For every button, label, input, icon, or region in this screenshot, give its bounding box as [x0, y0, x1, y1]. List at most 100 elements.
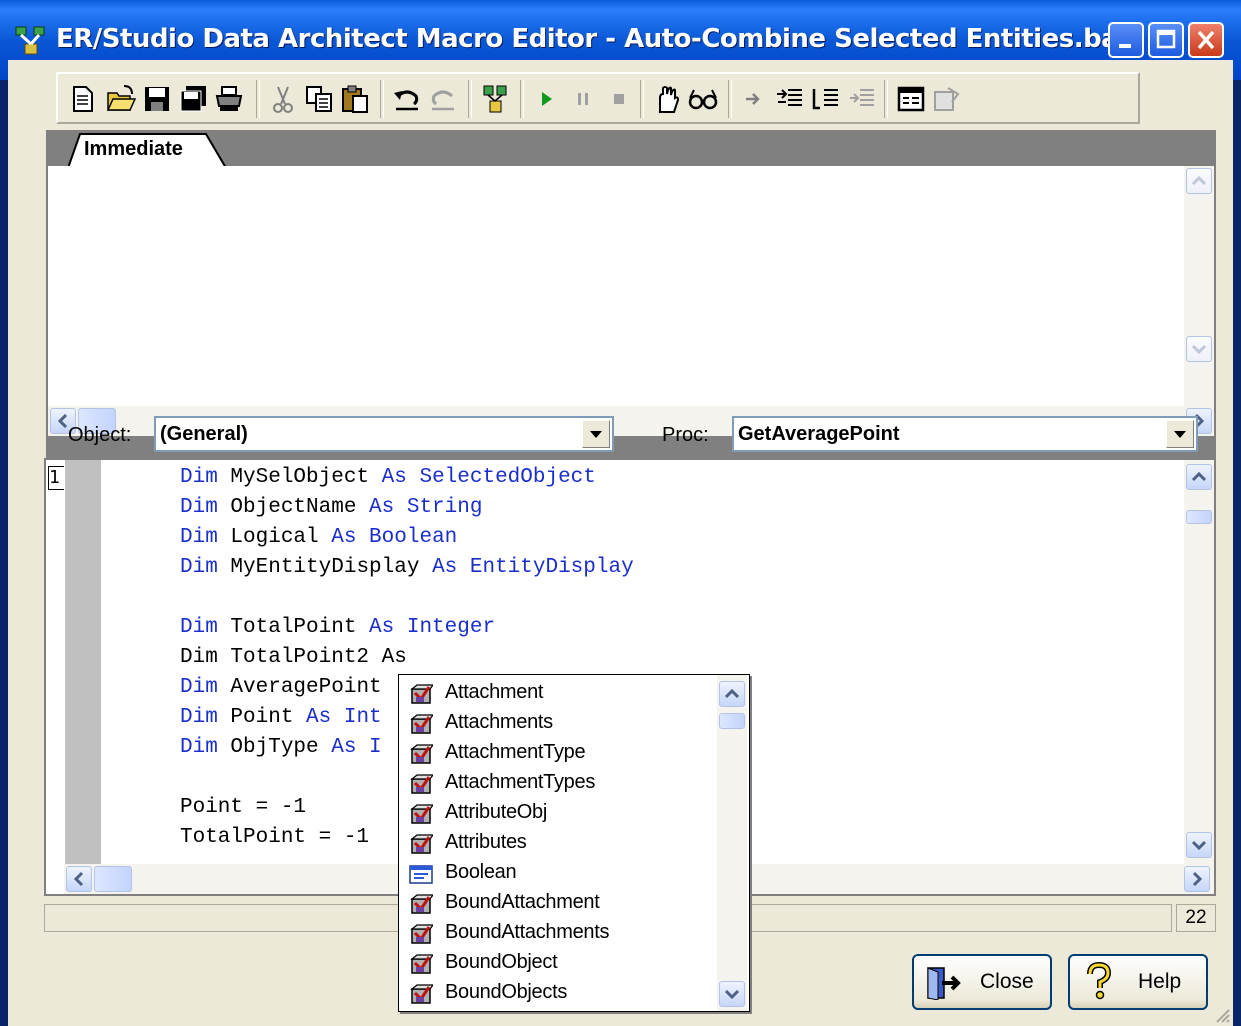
autocomplete-list[interactable]: Attachment Attachments AttachmentType Attac… [398, 674, 750, 1012]
object-dropdown-value: (General) [160, 423, 248, 445]
scroll-up-button[interactable] [1186, 168, 1212, 194]
code-keyword: As Boolean [331, 526, 458, 549]
properties-icon[interactable] [932, 84, 962, 114]
autocomplete-item[interactable]: Boolean [407, 859, 707, 889]
tab-immediate-label: Immediate [84, 138, 183, 160]
scroll-down-button[interactable] [1186, 336, 1212, 362]
autocomplete-item[interactable]: Attachments [407, 709, 707, 739]
run-icon[interactable] [532, 84, 562, 114]
paste-icon[interactable] [340, 84, 370, 114]
app-icon [15, 26, 45, 55]
autocomplete-item[interactable]: AttachmentType [407, 739, 707, 769]
chevron-up-icon [1191, 175, 1207, 186]
autocomplete-item[interactable]: Attachment [407, 679, 707, 709]
class-icon [409, 713, 435, 735]
help-button[interactable]: Help [1068, 954, 1208, 1010]
dialog-editor-icon[interactable] [896, 84, 926, 114]
step-out-icon[interactable] [810, 84, 840, 114]
pause-icon[interactable] [568, 84, 598, 114]
minimize-icon [1119, 44, 1131, 48]
close-window-button[interactable] [1188, 22, 1224, 58]
scroll-left-button[interactable] [66, 866, 92, 892]
watch-icon[interactable] [688, 84, 718, 114]
autocomplete-item-label: AttributeObj [445, 801, 548, 823]
code-text: Logical [230, 526, 332, 549]
vertical-scroll-thumb[interactable] [1186, 510, 1212, 524]
code-keyword: Dim [180, 466, 231, 489]
toolbar-separator [728, 80, 732, 118]
run-to-cursor-icon[interactable] [846, 84, 876, 114]
autocomplete-item-label: BoundObject [445, 951, 558, 973]
code-keyword: As SelectedObject [381, 466, 596, 489]
cut-icon[interactable] [268, 84, 298, 114]
step-over-icon[interactable] [774, 84, 804, 114]
minimize-button[interactable] [1108, 22, 1144, 58]
autocomplete-item-label: Attachment [445, 681, 544, 703]
class-icon [409, 833, 435, 855]
code-keyword: Dim [180, 736, 231, 759]
resize-grip-icon[interactable] [1213, 1006, 1231, 1024]
breakpoint-gutter[interactable] [64, 460, 101, 864]
new-icon[interactable] [68, 84, 98, 114]
autocomplete-item-label: Attachments [445, 711, 553, 733]
class-icon [409, 983, 435, 1005]
autocomplete-item[interactable]: BoundAttachment [407, 889, 707, 919]
scroll-up-button[interactable] [1186, 464, 1212, 490]
scroll-right-button[interactable] [1184, 866, 1210, 892]
object-label: Object: [68, 424, 132, 446]
code-text: Point = -1 [180, 796, 307, 819]
code-line: Dim ObjType As I [180, 734, 382, 762]
code-vertical-scrollbar[interactable] [1184, 460, 1214, 864]
stop-icon[interactable] [604, 84, 634, 114]
immediate-vertical-scrollbar[interactable] [1184, 166, 1214, 406]
chevron-left-icon [73, 871, 84, 887]
undo-icon[interactable] [392, 84, 422, 114]
vertical-scroll-thumb[interactable] [719, 713, 745, 729]
redo-icon[interactable] [428, 84, 458, 114]
autocomplete-item[interactable]: BoundAttachments [407, 919, 707, 949]
copy-icon[interactable] [304, 84, 334, 114]
autocomplete-vertical-scrollbar[interactable] [717, 675, 747, 1011]
code-line: Dim MyEntityDisplay As EntityDisplay [180, 554, 634, 582]
save-all-icon[interactable] [178, 84, 208, 114]
immediate-text-area[interactable] [48, 166, 1214, 436]
code-text: ObjectName [230, 496, 370, 519]
autocomplete-item[interactable]: AttachmentTypes [407, 769, 707, 799]
type-icon [409, 863, 433, 885]
open-icon[interactable] [106, 84, 136, 114]
print-icon[interactable] [214, 84, 244, 114]
horizontal-scroll-thumb[interactable] [94, 866, 132, 892]
code-keyword: As String [369, 496, 483, 519]
close-button[interactable]: Close [912, 954, 1052, 1010]
references-icon[interactable] [480, 84, 510, 114]
chevron-down-icon [1191, 840, 1207, 851]
class-icon [409, 893, 435, 915]
code-keyword: Dim [180, 676, 231, 699]
maximize-button[interactable] [1148, 22, 1184, 58]
autocomplete-item[interactable]: BoundObjects [407, 979, 707, 1009]
autocomplete-item-label: Attributes [445, 831, 527, 853]
autocomplete-item[interactable]: BoundObject [407, 949, 707, 979]
save-icon[interactable] [142, 84, 172, 114]
autocomplete-item[interactable]: AttributeObj [407, 799, 707, 829]
toolbar-separator [256, 80, 260, 118]
dropdown-arrow-icon [1174, 431, 1186, 438]
scroll-up-button[interactable] [719, 681, 745, 707]
proc-dropdown[interactable]: GetAveragePoint [732, 416, 1198, 452]
code-keyword: Dim [180, 556, 231, 579]
window-title: ER/Studio Data Architect Macro Editor - … [56, 24, 1134, 54]
class-icon [409, 743, 435, 765]
scroll-down-button[interactable] [1186, 832, 1212, 858]
chevron-down-icon [724, 989, 740, 1000]
autocomplete-item-label: BoundObjects [445, 981, 568, 1003]
autocomplete-item[interactable]: Attributes [407, 829, 707, 859]
object-dropdown-arrow[interactable] [582, 420, 610, 448]
proc-dropdown-arrow[interactable] [1166, 420, 1194, 448]
chevron-up-icon [1191, 471, 1207, 482]
breakpoint-icon[interactable] [652, 84, 682, 114]
scroll-down-button[interactable] [719, 981, 745, 1007]
autocomplete-item-label: BoundAttachments [445, 921, 610, 943]
step-into-icon[interactable] [738, 84, 768, 114]
macro-editor-window: ER/Studio Data Architect Macro Editor - … [0, 0, 1241, 1026]
object-dropdown[interactable]: (General) [154, 416, 614, 452]
